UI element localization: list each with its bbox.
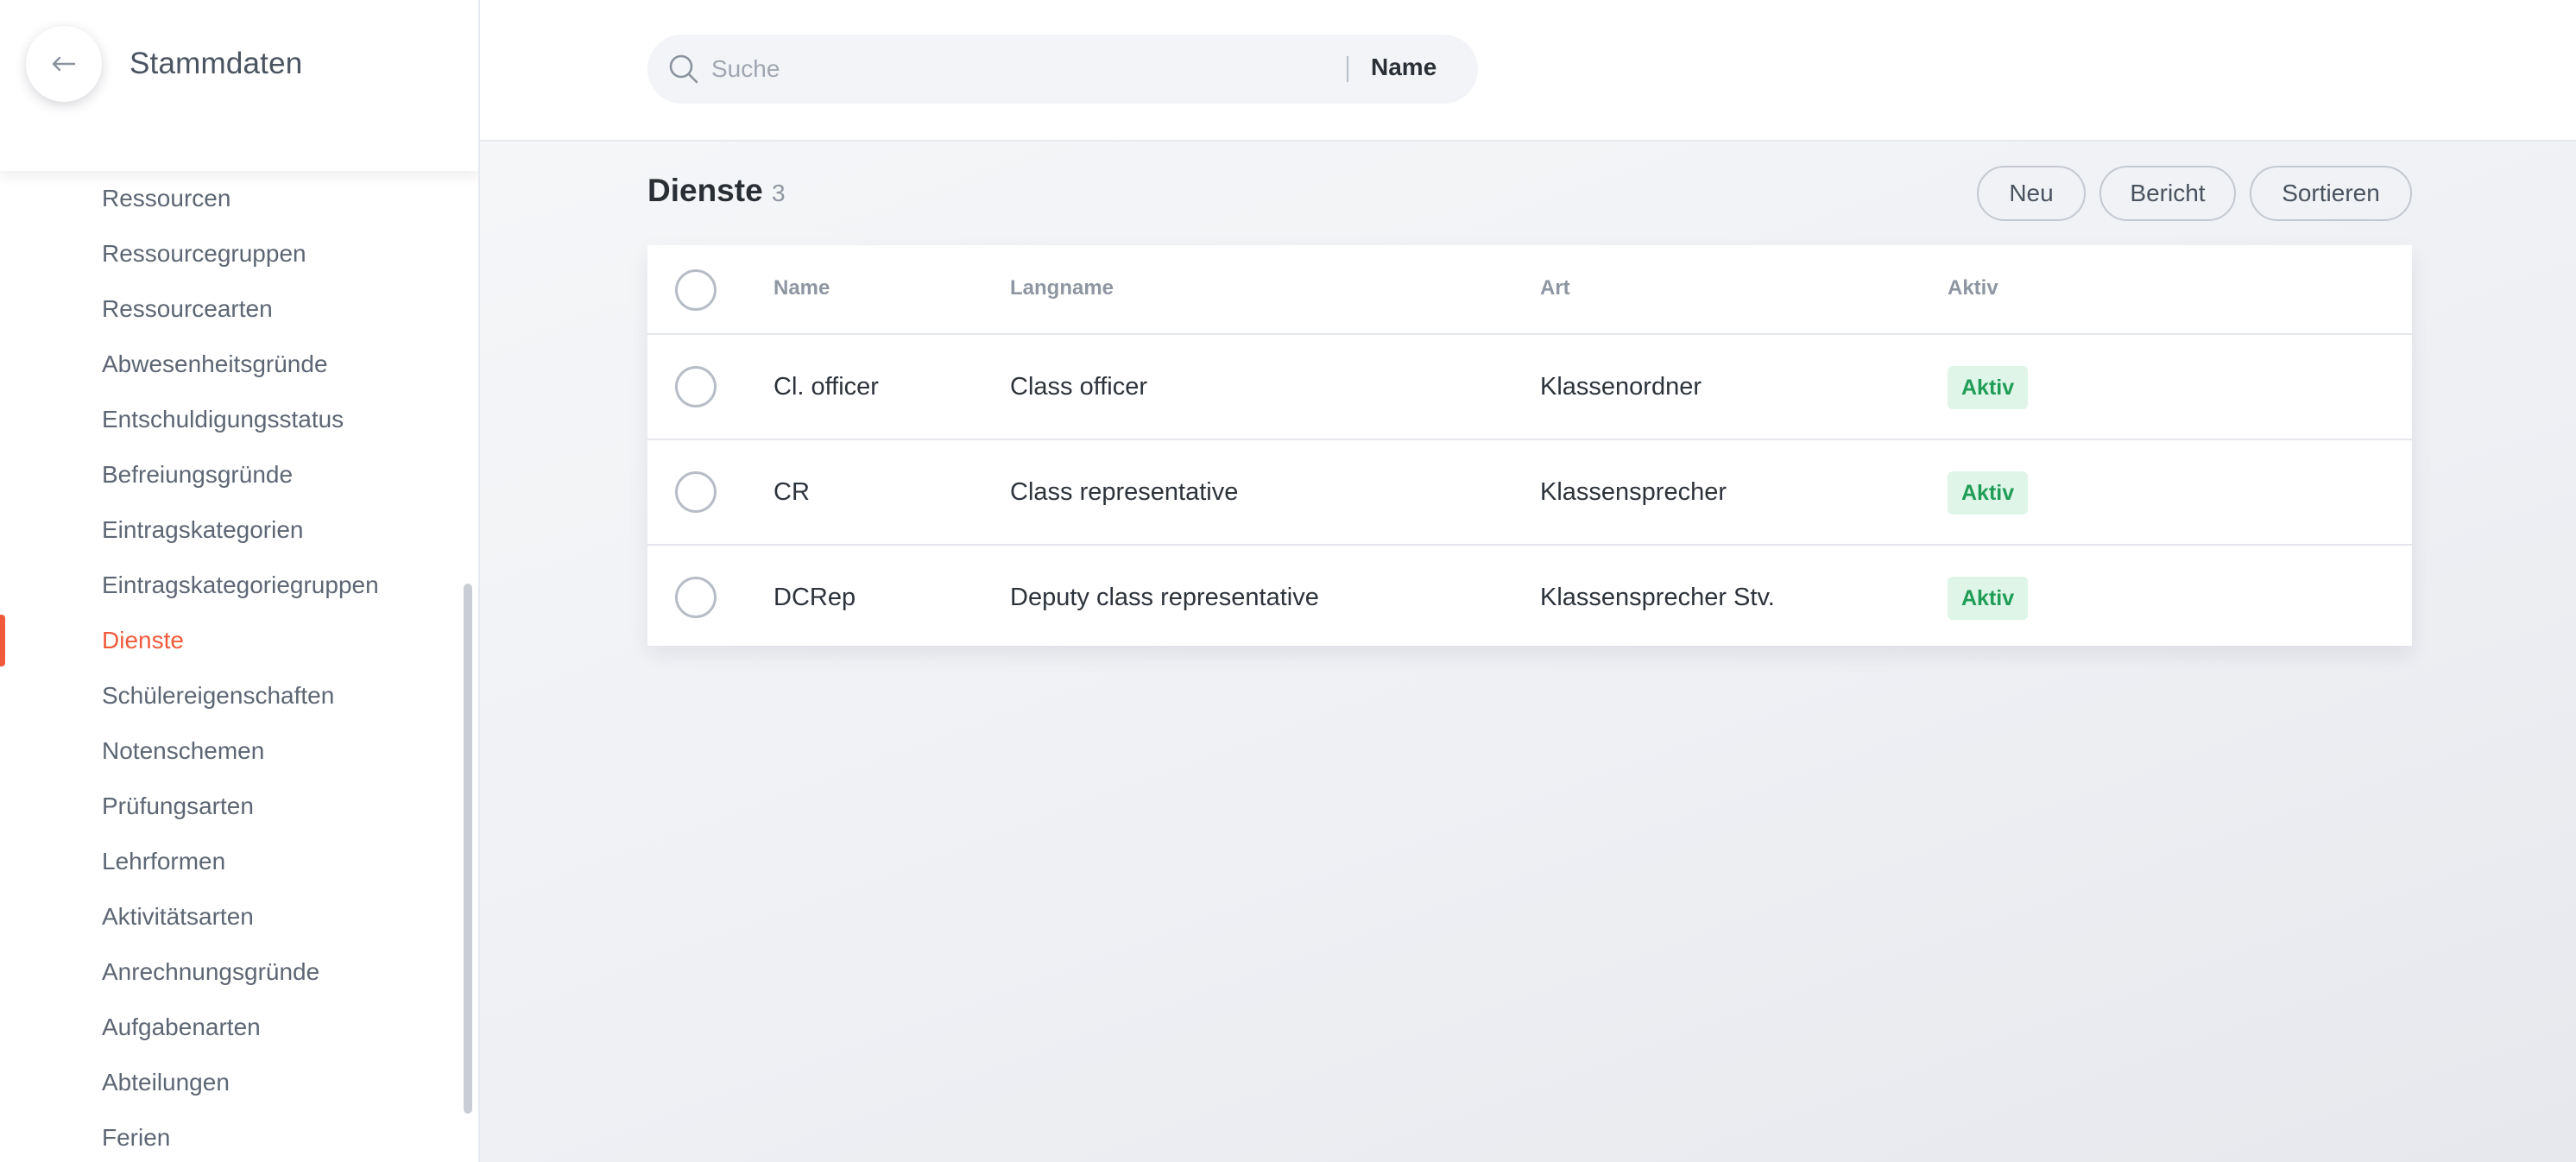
sidebar-item-entschuldigungsstatus[interactable]: Entschuldigungsstatus <box>0 392 466 447</box>
sidebar-nav: Ressourcen Ressourcegruppen Ressourceart… <box>0 171 466 1162</box>
cell-name: DCRep <box>773 584 856 611</box>
sidebar-item-label: Eintragskategorien <box>102 516 304 543</box>
cell-langname: Class officer <box>1010 373 1148 401</box>
sidebar-item-eintragskategorien[interactable]: Eintragskategorien <box>0 502 466 558</box>
cell-langname: Class representative <box>1010 478 1239 506</box>
sidebar-item-label: Abteilungen <box>102 1069 230 1096</box>
topbar: Name <box>480 0 2576 142</box>
sidebar-item-abteilungen[interactable]: Abteilungen <box>0 1055 466 1110</box>
sidebar-item-pruefungsarten[interactable]: Prüfungsarten <box>0 779 466 834</box>
sidebar-item-label: Ressourcegruppen <box>102 240 306 267</box>
sidebar-item-ressourcearten[interactable]: Ressourcearten <box>0 281 466 337</box>
sidebar-header: Stammdaten <box>0 0 478 171</box>
sidebar-item-dienste[interactable]: Dienste <box>0 613 466 668</box>
row-checkbox[interactable] <box>675 577 717 618</box>
sidebar-item-ferien[interactable]: Ferien <box>0 1110 466 1162</box>
sidebar-title: Stammdaten <box>129 47 303 80</box>
table-row[interactable]: CR Class representative Klassensprecher … <box>647 440 2412 546</box>
sidebar-item-eintragskategoriegruppen[interactable]: Eintragskategoriegruppen <box>0 558 466 613</box>
sidebar-item-label: Befreiungsgründe <box>102 461 294 488</box>
sidebar: Stammdaten Ressourcen Ressourcegruppen R… <box>0 0 480 1162</box>
sidebar-item-label: Anrechnungsgründe <box>102 958 320 985</box>
sidebar-item-lehrformen[interactable]: Lehrformen <box>0 834 466 889</box>
column-header-art[interactable]: Art <box>1540 276 1570 300</box>
cell-name: CR <box>773 478 810 506</box>
sidebar-item-ressourcen[interactable]: Ressourcen <box>0 171 466 226</box>
app-root: Stammdaten Ressourcen Ressourcegruppen R… <box>0 0 2576 1162</box>
column-header-langname[interactable]: Langname <box>1010 276 1114 300</box>
search-icon <box>669 54 698 84</box>
sidebar-scrollbar[interactable] <box>464 584 472 1114</box>
report-button[interactable]: Bericht <box>2099 166 2236 221</box>
back-button[interactable] <box>26 26 102 102</box>
sidebar-item-label: Ressourcearten <box>102 295 273 322</box>
status-badge: Aktiv <box>1948 577 2029 620</box>
sidebar-item-label: Ressourcen <box>102 185 231 212</box>
sidebar-item-anrechnungsgruende[interactable]: Anrechnungsgründe <box>0 944 466 1000</box>
status-badge: Aktiv <box>1948 366 2029 409</box>
arrow-left-icon <box>52 56 76 72</box>
status-badge: Aktiv <box>1948 471 2029 515</box>
sidebar-item-abwesenheitsgruende[interactable]: Abwesenheitsgründe <box>0 337 466 392</box>
sidebar-item-label: Abwesenheitsgründe <box>102 350 328 377</box>
sidebar-item-schuelereigenschaften[interactable]: Schülereigenschaften <box>0 668 466 723</box>
column-header-aktiv[interactable]: Aktiv <box>1948 276 1998 300</box>
sidebar-item-label: Prüfungsarten <box>102 793 254 819</box>
sidebar-item-label: Entschuldigungsstatus <box>102 406 344 433</box>
sidebar-item-label: Lehrformen <box>102 848 226 875</box>
table-header: Name Langname Art Aktiv <box>647 245 2412 335</box>
sidebar-item-notenschemen[interactable]: Notenschemen <box>0 723 466 779</box>
sidebar-item-aktivitaetsarten[interactable]: Aktivitätsarten <box>0 889 466 944</box>
search-field-select[interactable]: Name <box>1371 54 1436 81</box>
row-checkbox[interactable] <box>675 471 717 513</box>
table-row[interactable]: Cl. officer Class officer Klassenordner … <box>647 335 2412 440</box>
sidebar-item-label: Schülereigenschaften <box>102 682 335 709</box>
page-title: Dienste <box>647 173 763 208</box>
table-row[interactable]: DCRep Deputy class representative Klasse… <box>647 546 2412 651</box>
data-table: Name Langname Art Aktiv Cl. officer Clas… <box>647 245 2412 646</box>
sort-button[interactable]: Sortieren <box>2250 166 2412 221</box>
sidebar-item-aufgabenarten[interactable]: Aufgabenarten <box>0 1000 466 1055</box>
sidebar-item-label: Aktivitätsarten <box>102 903 254 930</box>
sidebar-item-label: Notenschemen <box>102 737 265 764</box>
search-box: Name <box>647 35 1478 104</box>
new-button[interactable]: Neu <box>1977 166 2086 221</box>
item-count: 3 <box>772 180 786 206</box>
main-content: Dienste 3 Neu Bericht Sortieren Name Lan… <box>480 142 2576 1162</box>
sidebar-item-label: Ferien <box>102 1124 171 1151</box>
cell-art: Klassensprecher <box>1540 478 1727 506</box>
column-header-name[interactable]: Name <box>773 276 830 300</box>
sidebar-item-label: Dienste <box>102 627 184 654</box>
sidebar-item-label: Eintragskategoriegruppen <box>102 572 379 598</box>
select-all-checkbox[interactable] <box>675 269 717 311</box>
search-input[interactable] <box>711 47 1117 92</box>
cell-art: Klassensprecher Stv. <box>1540 584 1775 611</box>
cell-name: Cl. officer <box>773 373 879 401</box>
cell-langname: Deputy class representative <box>1010 584 1319 611</box>
cell-art: Klassenordner <box>1540 373 1702 401</box>
row-checkbox[interactable] <box>675 366 717 407</box>
sidebar-item-label: Aufgabenarten <box>102 1014 261 1040</box>
sidebar-item-ressourcegruppen[interactable]: Ressourcegruppen <box>0 226 466 281</box>
sidebar-item-befreiungsgruende[interactable]: Befreiungsgründe <box>0 447 466 502</box>
search-divider <box>1347 56 1348 82</box>
